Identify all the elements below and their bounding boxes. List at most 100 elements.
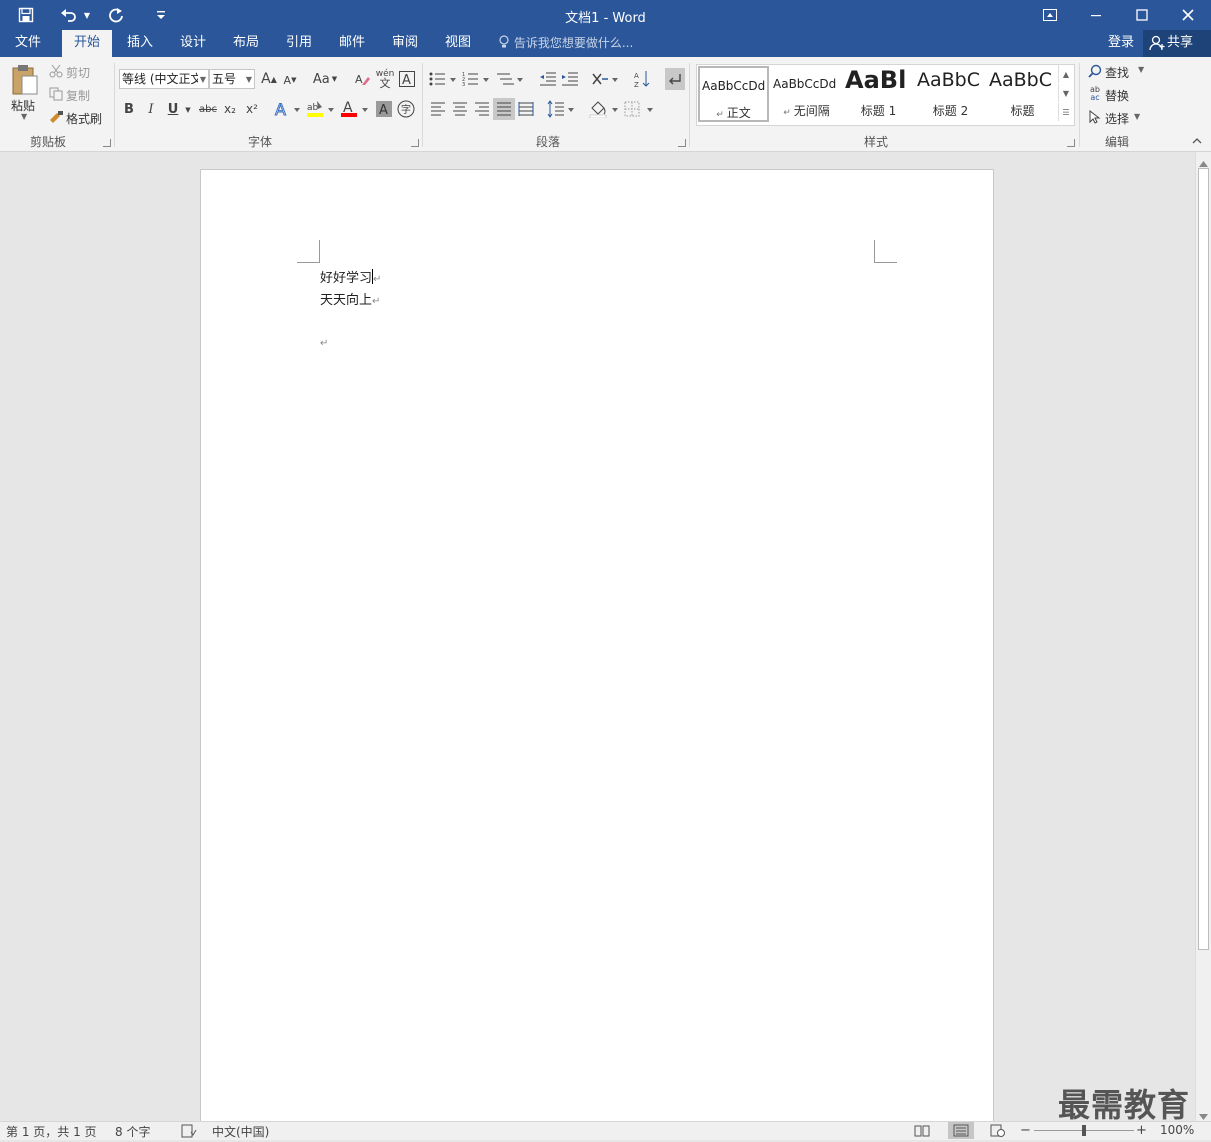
distributed-icon[interactable] <box>517 100 535 118</box>
tab-layout[interactable]: 布局 <box>222 30 270 57</box>
underline-dropdown-icon[interactable]: ▼ <box>183 103 193 117</box>
replace-button[interactable]: 替换 <box>1105 87 1129 104</box>
paste-icon[interactable] <box>8 63 42 97</box>
gallery-more-icon[interactable]: ☰ <box>1058 103 1073 121</box>
style-heading-1[interactable]: AaBl 标题 1 <box>843 66 914 122</box>
styles-dialog-launcher[interactable] <box>1067 139 1075 147</box>
tab-file[interactable]: 文件 <box>4 30 52 57</box>
tab-view[interactable]: 视图 <box>434 30 482 57</box>
document-paragraph[interactable]: 好好学习↵ <box>320 267 381 286</box>
numbering-icon[interactable]: 123 <box>462 69 492 89</box>
style-preview: AaBbC <box>989 69 1053 91</box>
phonetic-guide-icon[interactable]: wén 文 <box>376 69 395 90</box>
zoom-out-button[interactable]: − <box>1020 1123 1031 1138</box>
font-name-dropdown-icon[interactable]: ▼ <box>200 70 206 89</box>
style-normal[interactable]: AaBbCcDd ↵ 正文 <box>698 66 769 122</box>
status-bar: 第 1 页，共 1 页 8 个字 中文(中国) − + 100% <box>0 1121 1211 1140</box>
align-left-icon[interactable] <box>429 100 447 118</box>
grow-font-icon[interactable]: A ▲ <box>260 70 278 88</box>
clipboard-dialog-launcher[interactable] <box>103 139 111 147</box>
increase-indent-icon[interactable] <box>560 69 580 89</box>
multilevel-list-icon[interactable] <box>496 69 526 89</box>
ribbon-display-options-icon[interactable] <box>1027 0 1073 30</box>
font-dialog-launcher[interactable] <box>411 139 419 147</box>
paste-dropdown-icon[interactable]: ▼ <box>21 112 27 121</box>
tab-home[interactable]: 开始 <box>62 30 112 57</box>
document-paragraph[interactable]: ↵ <box>320 335 328 350</box>
strikethrough-icon[interactable]: abc <box>198 100 218 118</box>
text-effects-icon[interactable]: A <box>274 99 302 119</box>
vertical-scrollbar[interactable] <box>1195 152 1211 1121</box>
shrink-font-icon[interactable]: A ▼ <box>282 72 298 88</box>
sort-icon[interactable]: AZ <box>633 69 653 89</box>
enclose-characters-icon[interactable]: 字 <box>397 100 415 118</box>
document-page[interactable]: 好好学习↵ 天天向上↵ ↵ <box>200 169 994 1121</box>
tab-references[interactable]: 引用 <box>275 30 323 57</box>
font-size-dropdown-icon[interactable]: ▼ <box>246 70 252 89</box>
superscript-icon[interactable]: x² <box>243 100 261 118</box>
tab-review[interactable]: 审阅 <box>381 30 429 57</box>
read-mode-icon[interactable] <box>914 1124 930 1140</box>
minimize-icon[interactable] <box>1073 0 1119 30</box>
signin-link[interactable]: 登录 <box>1108 30 1134 57</box>
select-dropdown-icon[interactable]: ▼ <box>1134 112 1140 121</box>
proofing-icon[interactable] <box>181 1124 197 1141</box>
find-button[interactable]: 查找 <box>1105 64 1129 81</box>
show-hide-marks-icon[interactable] <box>665 68 685 90</box>
page-count[interactable]: 第 1 页，共 1 页 <box>6 1123 97 1140</box>
language-indicator[interactable]: 中文(中国) <box>212 1123 269 1140</box>
style-heading-2[interactable]: AaBbC 标题 2 <box>915 66 986 122</box>
gallery-scroll-up-icon[interactable]: ▲ <box>1058 65 1073 83</box>
align-center-icon[interactable] <box>451 100 469 118</box>
style-no-spacing[interactable]: AaBbCcDd ↵ 无间隔 <box>771 66 842 122</box>
share-button[interactable]: 共享 <box>1143 30 1211 57</box>
tab-mailings[interactable]: 邮件 <box>328 30 376 57</box>
underline-icon[interactable]: U <box>165 100 181 118</box>
zoom-slider-thumb[interactable] <box>1082 1125 1086 1136</box>
ribbon-tabs: 文件 开始 插入 设计 布局 引用 邮件 审阅 视图 告诉我您想要做什么... … <box>0 30 1211 57</box>
title-bar: ▼ 文档1 - Word <box>0 0 1211 30</box>
line-spacing-icon[interactable] <box>547 99 577 119</box>
bullets-icon[interactable] <box>429 69 459 89</box>
bold-icon[interactable]: B <box>121 100 137 118</box>
style-name: 标题 1 <box>860 104 897 118</box>
align-right-icon[interactable] <box>473 100 491 118</box>
collapse-ribbon-icon[interactable] <box>1190 135 1204 147</box>
font-name-combo[interactable]: 等线 (中文正文)▼ <box>119 69 209 89</box>
tell-me-search[interactable]: 告诉我您想要做什么... <box>498 30 633 57</box>
copy-button[interactable]: 复制 <box>66 87 90 104</box>
font-size-combo[interactable]: 五号 ▼ <box>209 69 255 89</box>
web-layout-icon[interactable] <box>990 1124 1006 1140</box>
character-shading-icon[interactable]: A <box>375 100 393 118</box>
text-highlight-color-icon[interactable]: ab <box>306 99 336 119</box>
close-icon[interactable] <box>1165 0 1211 30</box>
style-title[interactable]: AaBbC 标题 <box>987 66 1058 122</box>
cut-button[interactable]: 剪切 <box>66 64 90 81</box>
character-border-icon[interactable]: A <box>398 70 416 88</box>
italic-icon[interactable]: I <box>143 100 159 118</box>
select-button[interactable]: 选择 <box>1105 110 1129 127</box>
group-separator <box>114 63 115 147</box>
justify-icon[interactable] <box>493 98 515 120</box>
maximize-icon[interactable] <box>1119 0 1165 30</box>
scroll-thumb[interactable] <box>1198 168 1209 950</box>
document-paragraph[interactable]: 天天向上↵ <box>320 289 380 308</box>
word-count[interactable]: 8 个字 <box>115 1123 150 1140</box>
margin-crop-mark-right <box>874 240 897 263</box>
ribbon-home: 粘贴 ▼ 剪切 复制 格式刷 剪贴板 等线 (中文正文)▼ 五号▼ A▲ A▼ … <box>0 57 1211 152</box>
tab-design[interactable]: 设计 <box>169 30 217 57</box>
font-color-icon[interactable]: A <box>340 99 370 119</box>
print-layout-icon[interactable] <box>948 1122 974 1139</box>
chinese-layout-icon[interactable] <box>591 69 621 89</box>
subscript-icon[interactable]: x₂ <box>221 100 239 118</box>
find-dropdown-icon[interactable]: ▼ <box>1138 65 1144 74</box>
paragraph-dialog-launcher[interactable] <box>678 139 686 147</box>
clear-formatting-icon[interactable]: A <box>353 70 371 88</box>
tab-insert[interactable]: 插入 <box>116 30 164 57</box>
borders-icon[interactable] <box>624 99 656 119</box>
shading-icon[interactable] <box>589 99 621 119</box>
decrease-indent-icon[interactable] <box>538 69 558 89</box>
gallery-scroll-down-icon[interactable]: ▼ <box>1058 84 1073 102</box>
change-case-icon[interactable]: Aa ▼ <box>311 70 339 88</box>
format-painter-button[interactable]: 格式刷 <box>66 110 102 127</box>
